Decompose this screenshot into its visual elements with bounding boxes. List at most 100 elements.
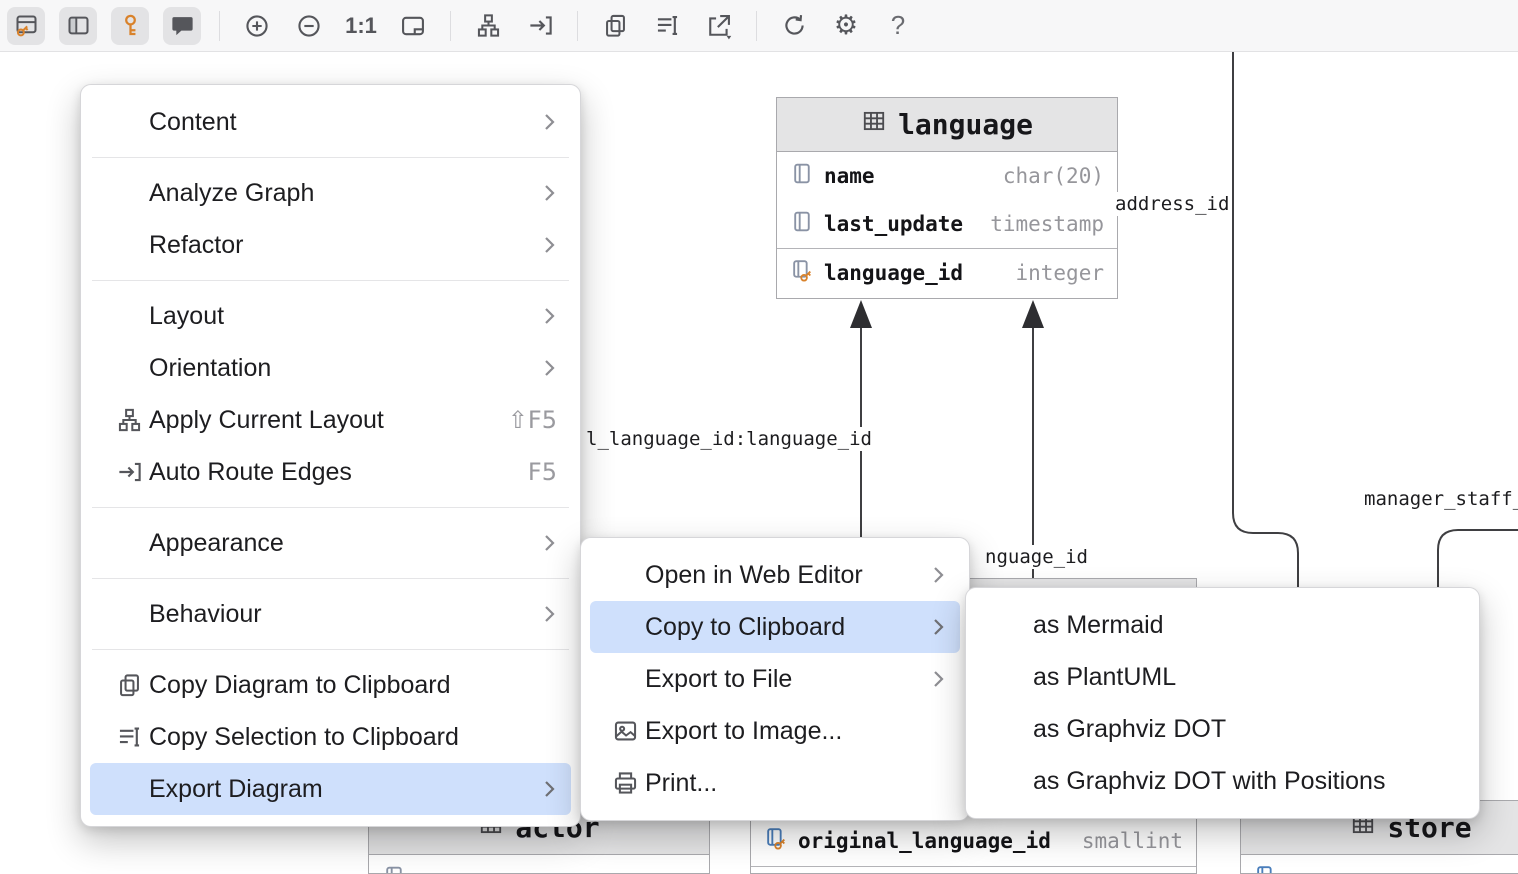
chevron-right-icon xyxy=(530,306,557,326)
fk-column-icon xyxy=(1254,864,1279,874)
key-icon xyxy=(117,12,144,39)
menu-item-export-to-image[interactable]: Export to Image... xyxy=(590,705,960,757)
zoom-in-icon xyxy=(243,12,271,40)
column-row-name[interactable]: name char(20) xyxy=(777,152,1117,200)
menu-shortcut: ⇧F5 xyxy=(496,406,557,434)
auto-route-icon xyxy=(527,12,554,39)
menu-item-as-mermaid[interactable]: as Mermaid xyxy=(975,599,1470,651)
column-icon xyxy=(790,161,815,191)
menu-separator xyxy=(92,578,569,579)
auto-route-icon xyxy=(116,459,143,486)
menu-item-behaviour[interactable]: Behaviour xyxy=(90,588,571,640)
edge-label-address-id: address_id xyxy=(1113,192,1231,216)
menu-item-refactor[interactable]: Refactor xyxy=(90,219,571,271)
menu-shortcut: F5 xyxy=(516,458,557,486)
help-icon: ? xyxy=(891,10,905,41)
menu-item-apply-current-layout[interactable]: Apply Current Layout ⇧F5 xyxy=(90,394,571,446)
copy-icon xyxy=(602,12,629,39)
image-icon xyxy=(612,718,639,745)
menu-item-as-graphviz-dot-with-positions[interactable]: as Graphviz DOT with Positions xyxy=(975,755,1470,807)
fk-column-icon xyxy=(764,826,789,856)
comments-button[interactable] xyxy=(163,7,201,45)
table-title: language xyxy=(898,108,1033,141)
columns-visibility-button[interactable] xyxy=(7,7,45,45)
copy-to-clipboard-submenu: as Mermaid as PlantUML as Graphviz DOT a… xyxy=(965,587,1480,819)
apply-layout-icon xyxy=(475,12,502,39)
menu-item-export-diagram[interactable]: Export Diagram xyxy=(90,763,571,815)
edge-label-language-fk: l_language_id:language_id xyxy=(584,427,874,451)
print-icon xyxy=(612,770,639,797)
menu-item-analyze-graph[interactable]: Analyze Graph xyxy=(90,167,571,219)
menu-item-copy-diagram-to-clipboard[interactable]: Copy Diagram to Clipboard xyxy=(90,659,571,711)
chevron-right-icon xyxy=(530,358,557,378)
menu-separator xyxy=(92,157,569,158)
copy-diagram-button[interactable] xyxy=(596,7,634,45)
menu-item-print[interactable]: Print... xyxy=(590,757,960,809)
menu-item-auto-route-edges[interactable]: Auto Route Edges F5 xyxy=(90,446,571,498)
menu-item-as-plantuml[interactable]: as PlantUML xyxy=(975,651,1470,703)
copy-selection-button[interactable] xyxy=(648,7,686,45)
chevron-right-icon xyxy=(530,183,557,203)
column-row-partial[interactable] xyxy=(369,855,709,874)
menu-separator xyxy=(92,507,569,508)
export-button[interactable] xyxy=(700,7,738,45)
toolbar-separator xyxy=(756,11,757,41)
column-icon xyxy=(790,209,815,239)
refresh-button[interactable] xyxy=(775,7,813,45)
menu-item-copy-to-clipboard[interactable]: Copy to Clipboard xyxy=(590,601,960,653)
zoom-in-button[interactable] xyxy=(238,7,276,45)
panel-view-button[interactable] xyxy=(59,7,97,45)
fit-content-button[interactable] xyxy=(394,7,432,45)
refresh-icon xyxy=(781,12,808,39)
edge-label-manager-staff: manager_staff_ xyxy=(1362,487,1518,511)
menu-item-copy-selection-to-clipboard[interactable]: Copy Selection to Clipboard xyxy=(90,711,571,763)
toolbar-separator xyxy=(450,11,451,41)
column-row-last-update[interactable]: last_update timestamp xyxy=(777,200,1117,248)
actual-size-button[interactable]: 1:1 xyxy=(342,7,380,45)
apply-layout-button[interactable] xyxy=(469,7,507,45)
app-window: 1:1 ⚙ ? xyxy=(0,0,1518,874)
chevron-right-icon xyxy=(530,779,557,799)
key-column-icon xyxy=(790,258,815,288)
language-table[interactable]: language name char(20) last_update times… xyxy=(776,97,1118,299)
arrowhead xyxy=(1022,300,1044,328)
context-menu: Content Analyze Graph Refactor Layout Or… xyxy=(80,84,581,827)
menu-separator xyxy=(92,649,569,650)
panel-view-icon xyxy=(65,12,92,39)
gear-icon: ⚙ xyxy=(834,12,858,39)
chevron-right-icon xyxy=(919,565,946,585)
menu-item-open-in-web-editor[interactable]: Open in Web Editor xyxy=(590,549,960,601)
column-row-partial[interactable] xyxy=(1241,855,1518,874)
auto-route-button[interactable] xyxy=(521,7,559,45)
column-icon xyxy=(382,864,407,874)
arrowhead xyxy=(850,300,872,328)
column-row-partial[interactable] xyxy=(751,868,1196,874)
menu-item-as-graphviz-dot[interactable]: as Graphviz DOT xyxy=(975,703,1470,755)
menu-item-layout[interactable]: Layout xyxy=(90,290,571,342)
chevron-right-icon xyxy=(530,112,557,132)
row-divider xyxy=(751,866,1196,867)
settings-button[interactable]: ⚙ xyxy=(827,7,865,45)
column-row-language-id[interactable]: language_id integer xyxy=(777,249,1117,297)
comment-icon xyxy=(169,12,196,39)
zoom-out-button[interactable] xyxy=(290,7,328,45)
column-row-original-language-id[interactable]: original_language_id smallint xyxy=(751,817,1196,865)
language-table-header[interactable]: language xyxy=(777,98,1117,152)
copy-selection-icon xyxy=(654,12,681,39)
table-icon xyxy=(861,108,887,141)
chevron-right-icon xyxy=(919,617,946,637)
menu-item-content[interactable]: Content xyxy=(90,96,571,148)
edge-label-language-id-partial: nguage_id xyxy=(983,545,1090,569)
menu-item-orientation[interactable]: Orientation xyxy=(90,342,571,394)
show-key-columns-button[interactable] xyxy=(111,7,149,45)
chevron-right-icon xyxy=(530,533,557,553)
apply-layout-icon xyxy=(116,407,143,434)
help-button[interactable]: ? xyxy=(879,7,917,45)
toolbar-separator xyxy=(577,11,578,41)
menu-separator xyxy=(92,280,569,281)
menu-item-export-to-file[interactable]: Export to File xyxy=(590,653,960,705)
menu-item-appearance[interactable]: Appearance xyxy=(90,517,571,569)
toolbar: 1:1 ⚙ ? xyxy=(0,0,1518,52)
copy-icon xyxy=(116,672,143,699)
fit-content-icon xyxy=(399,12,427,40)
